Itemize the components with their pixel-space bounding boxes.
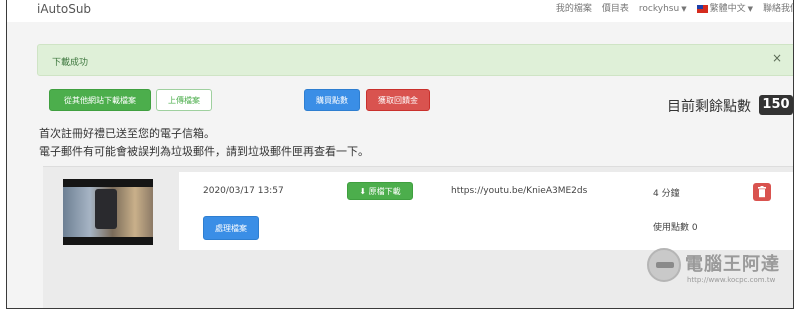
nav-my-files[interactable]: 我的檔案 [556,2,592,16]
language-label: 繁體中文 [709,4,746,14]
language-menu[interactable]: 繁體中文 ▼ [696,2,753,16]
original-download-button[interactable]: ⬇ 原檔下載 [347,182,413,200]
source-url[interactable]: https://youtu.be/KnieA3ME2ds [451,186,587,196]
file-date: 2020/03/17 13:57 [203,186,284,196]
brand-logo[interactable]: iAutoSub [37,0,91,18]
used-points: 使用點數 0 [653,223,698,233]
navbar: iAutoSub 我的檔案 價目表 rockyhsu▼ 繁體中文▼ 聯絡我們 [7,0,793,22]
signup-gift-note: 首次註冊好禮已送至您的電子信箱。 [39,127,215,140]
process-file-button[interactable]: 處理檔案 [203,216,259,240]
app-frame: iAutoSub 我的檔案 價目表 rockyhsu▼ 繁體中文▼ 聯絡我們 下… [6,0,794,309]
success-alert: 下載成功 × [37,44,793,76]
delete-button[interactable] [753,183,771,201]
alert-message: 下載成功 [52,58,89,68]
points-remaining-label: 目前剩餘點數 [667,99,751,115]
mascot-logo-icon [647,248,681,282]
taiwan-flag-icon [696,4,708,13]
phone-in-thumbnail [95,189,117,229]
original-download-label: 原檔下載 [368,187,401,196]
file-duration: 4 分鐘 [653,189,680,199]
close-icon[interactable]: × [772,51,782,65]
chevron-down-icon: ▼ [747,5,753,13]
download-icon: ⬇ [359,187,367,196]
chevron-down-icon: ▼ [681,5,687,13]
video-thumbnail[interactable] [63,179,153,245]
trash-icon [758,186,766,198]
watermark-title: 電腦王阿達 [685,254,780,275]
spam-note: 電子郵件有可能會被誤判為垃圾郵件，請到垃圾郵件匣再查看一下。 [39,145,369,158]
nav-contact[interactable]: 聯絡我們 [763,2,793,16]
nav-pricing[interactable]: 價目表 [602,2,629,16]
nav-links: 我的檔案 價目表 rockyhsu▼ 繁體中文▼ 聯絡我們 [556,2,793,16]
file-details-panel: 2020/03/17 13:57 ⬇ 原檔下載 https://youtu.be… [179,172,793,250]
user-menu[interactable]: rockyhsu ▼ [639,2,687,16]
points-badge: 150 [759,95,793,115]
download-from-other-site-button[interactable]: 從其他網站下載檔案 [49,89,151,111]
user-name: rockyhsu [638,4,680,14]
get-refund-button[interactable]: 獲取回饋金 [366,89,430,111]
watermark-url: http://www.kocpc.com.tw [687,276,776,284]
buy-points-button[interactable]: 購買點數 [304,89,360,111]
upload-file-button[interactable]: 上傳檔案 [156,89,212,111]
site-watermark: 電腦王阿達 http://www.kocpc.com.tw [647,246,793,292]
